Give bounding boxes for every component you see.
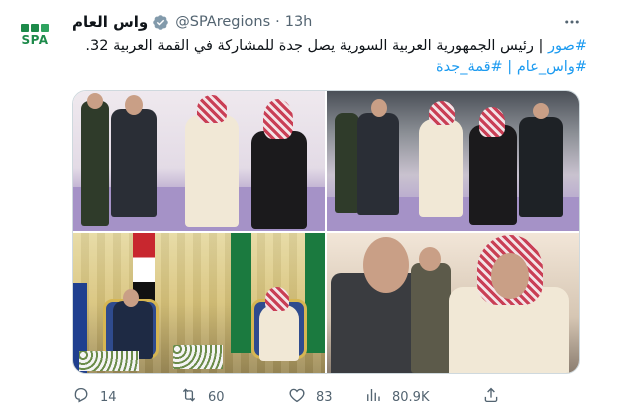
more-icon[interactable]	[562, 12, 582, 32]
hashtag-spa[interactable]: #واس_عام	[517, 59, 587, 75]
share-icon	[482, 386, 500, 408]
views-count: 80.9K	[392, 389, 430, 405]
retweet-count: 60	[208, 389, 225, 405]
tweet-text: #صور | رئيس الجمهورية العربية السورية يص…	[67, 36, 587, 78]
arrival-photo-2[interactable]	[327, 91, 579, 231]
timestamp[interactable]: 13h	[285, 14, 313, 30]
display-name[interactable]: واس العام	[72, 13, 148, 31]
tweet-header: واس العام @SPAregions · 13h	[72, 12, 312, 32]
reply-icon	[72, 386, 90, 408]
reply-count: 14	[100, 389, 117, 405]
share-button[interactable]	[482, 384, 500, 410]
avatar[interactable]: SPA	[14, 14, 56, 56]
hashtag-jeddah-summit[interactable]: #قمة_جدة	[436, 59, 503, 75]
views-icon	[364, 386, 382, 408]
views-button[interactable]: 80.9K	[364, 384, 429, 410]
hashtag-separator: |	[502, 59, 517, 75]
arrival-photo-1[interactable]	[73, 91, 325, 231]
tweet-text-line-1: #صور | رئيس الجمهورية العربية السورية يص…	[67, 36, 587, 57]
separator-dot: ·	[275, 14, 280, 30]
like-count: 83	[316, 389, 333, 405]
tweet-card[interactable]: SPA واس العام @SPAregions · 13h #صور | ر…	[0, 0, 621, 420]
user-handle[interactable]: @SPAregions	[175, 14, 270, 30]
retweet-icon	[180, 386, 198, 408]
like-icon	[288, 386, 306, 408]
tweet-text-line-2: #واس_عام | #قمة_جدة	[67, 57, 587, 78]
action-bar: 14 60 83 80.9K	[72, 384, 580, 410]
tweet-body: | رئيس الجمهورية العربية السورية يصل جدة…	[85, 38, 549, 54]
spa-logo-mark	[21, 24, 49, 32]
closeup-photo[interactable]	[327, 233, 579, 373]
verified-badge-icon	[152, 14, 169, 31]
meeting-photo[interactable]	[73, 233, 325, 373]
like-button[interactable]: 83	[288, 384, 333, 410]
retweet-button[interactable]: 60	[180, 384, 225, 410]
reply-button[interactable]: 14	[72, 384, 117, 410]
spa-logo-text: SPA	[21, 33, 49, 47]
hashtag-photos[interactable]: #صور	[548, 38, 587, 54]
media-grid	[72, 90, 580, 374]
